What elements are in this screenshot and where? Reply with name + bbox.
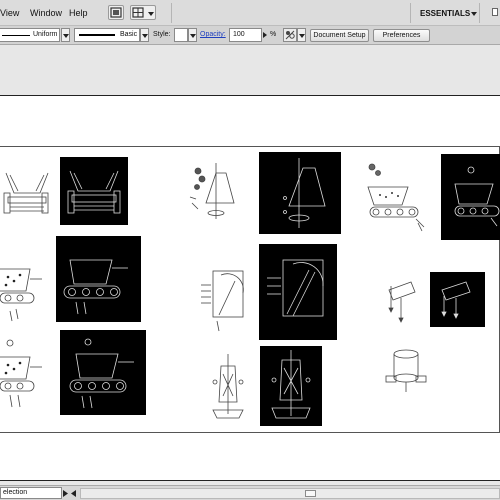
recolor-dropdown[interactable] — [297, 28, 306, 42]
arrange-documents-icon[interactable] — [130, 5, 156, 20]
bridge-icon[interactable] — [108, 5, 124, 20]
status-arrow-right-icon[interactable] — [62, 489, 69, 498]
machine-section2-white[interactable] — [0, 335, 45, 413]
preferences-button[interactable]: Preferences — [373, 29, 430, 42]
gate-sketch-white[interactable] — [199, 265, 247, 335]
status-tool-field[interactable]: election — [0, 487, 62, 499]
chevron-down-icon — [148, 12, 154, 16]
machine-section-black[interactable] — [56, 236, 141, 322]
lamp-sketch-black[interactable] — [259, 152, 341, 234]
box-sketch-black[interactable] — [430, 272, 485, 327]
search-icon[interactable] — [492, 8, 498, 16]
brush-dropdown[interactable] — [140, 28, 149, 42]
style-label: Style: — [153, 31, 171, 38]
style-dropdown[interactable] — [188, 28, 197, 42]
scroll-left-icon[interactable] — [70, 489, 77, 498]
bridge-sketch-black[interactable] — [60, 157, 128, 225]
brush-definition[interactable]: Basic — [74, 28, 140, 42]
chevron-down-icon — [142, 34, 148, 38]
menu-view[interactable]: View — [0, 8, 19, 18]
chevron-down-icon — [299, 34, 305, 38]
opacity-unit: % — [270, 31, 277, 38]
scrollbar-thumb[interactable] — [305, 490, 316, 497]
recolor-artwork-icon[interactable] — [283, 28, 297, 42]
document-setup-button[interactable]: Document Setup — [310, 29, 369, 42]
profile-dropdown[interactable] — [61, 28, 70, 42]
menu-help[interactable]: Help — [69, 8, 88, 18]
control-bar: Uniform Basic Style: Opacity: 100 % Docu… — [0, 26, 500, 45]
menu-bar: View Window Help ESSENTIALS — [0, 0, 500, 26]
opacity-arrow[interactable] — [262, 29, 268, 41]
horizontal-scrollbar[interactable] — [80, 488, 500, 499]
opacity-link[interactable]: Opacity: — [200, 31, 226, 38]
chevron-down-icon — [63, 34, 69, 38]
cylinder-sketch-white[interactable] — [382, 346, 429, 398]
chevron-down-icon — [471, 12, 477, 16]
workspace-switcher[interactable]: ESSENTIALS — [410, 3, 480, 23]
status-bar: election — [0, 485, 500, 500]
bridge-sketch-white[interactable] — [0, 163, 52, 221]
document-canvas[interactable] — [0, 45, 500, 485]
box-sketch-white[interactable] — [385, 278, 420, 324]
graphic-style-swatch[interactable] — [174, 28, 188, 42]
machine-sketch-black[interactable] — [441, 154, 500, 240]
tower-sketch-white[interactable] — [209, 352, 247, 422]
chevron-down-icon — [190, 34, 196, 38]
lamp-sketch-white[interactable] — [186, 159, 238, 225]
divider — [171, 3, 172, 23]
machine-sketch-white[interactable] — [358, 157, 428, 237]
machine-section-white[interactable] — [0, 251, 45, 331]
variable-width-profile[interactable]: Uniform — [0, 28, 60, 42]
machine-section2-black[interactable] — [60, 330, 146, 415]
menu-window[interactable]: Window — [30, 8, 62, 18]
workspace-label: ESSENTIALS — [420, 9, 471, 18]
tower-sketch-black[interactable] — [260, 346, 322, 426]
opacity-input[interactable]: 100 — [229, 28, 262, 42]
gate-sketch-black[interactable] — [259, 244, 337, 340]
